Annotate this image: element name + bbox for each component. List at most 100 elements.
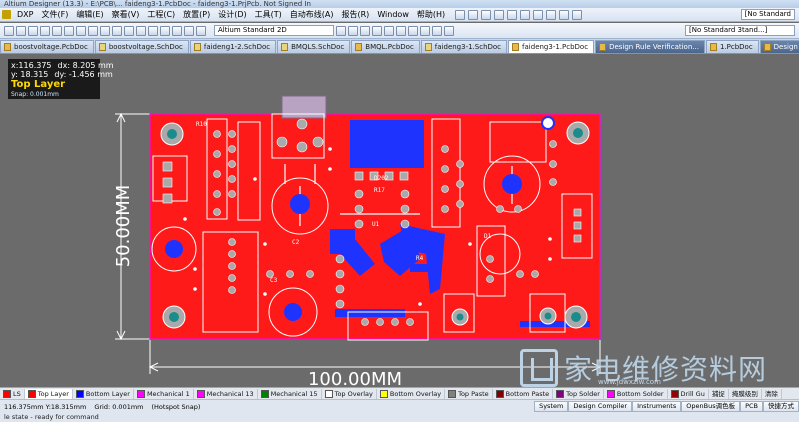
layer-tab[interactable]: Bottom Layer	[73, 388, 134, 399]
layer-tab[interactable]: Top Solder	[553, 388, 604, 399]
tab-document[interactable]: Design Rule Verifica	[759, 40, 799, 53]
polygon-icon[interactable]	[384, 25, 394, 36]
net-icon[interactable]	[372, 25, 382, 36]
tab-label: 1.PcbDoc	[719, 43, 753, 51]
layer-tab[interactable]: Drill Gu	[668, 388, 709, 399]
main-toolbar: Altium Standard 2D [No Standard 3tand...…	[0, 23, 799, 39]
move-icon[interactable]	[124, 25, 134, 36]
tab-document[interactable]: BMQL.PcbDoc	[351, 40, 420, 53]
menu-place[interactable]: 放置(P)	[179, 8, 214, 22]
text-icon[interactable]	[546, 9, 557, 20]
panel-instruments-button[interactable]: Instruments	[632, 401, 682, 412]
grid-toggle-icon[interactable]	[336, 25, 346, 36]
layer-color-swatch	[196, 389, 205, 398]
pencil-icon[interactable]	[184, 25, 194, 36]
via-icon[interactable]	[533, 9, 544, 20]
copy-icon[interactable]	[88, 25, 98, 36]
filter-icon[interactable]	[196, 25, 206, 36]
menu-file[interactable]: 文件(F)	[37, 8, 72, 22]
paste-icon[interactable]	[100, 25, 110, 36]
measure-icon[interactable]	[408, 25, 418, 36]
panel-shortcuts-button[interactable]: 快捷方式	[763, 401, 799, 412]
tab-document[interactable]: faideng1-2.SchDoc	[189, 40, 277, 53]
save-icon[interactable]	[16, 25, 26, 36]
cut-icon[interactable]	[76, 25, 86, 36]
tab-label: boostvoltage.PcbDoc	[14, 43, 88, 51]
fill-icon[interactable]	[572, 9, 583, 20]
hud-layer: Top Layer	[11, 79, 66, 90]
layer-tab[interactable]: Bottom Overlay	[377, 388, 446, 399]
deselect-icon[interactable]	[136, 25, 146, 36]
panel-openbus-button[interactable]: OpenBus调色板	[681, 401, 741, 412]
color-icon[interactable]	[507, 9, 518, 20]
layer-tab[interactable]: 掩膜级别	[729, 388, 762, 399]
line-icon[interactable]	[494, 9, 505, 20]
redo-icon[interactable]	[172, 25, 182, 36]
open-icon[interactable]	[4, 25, 14, 36]
route-icon[interactable]	[520, 9, 531, 20]
panel-pcb-button[interactable]: PCB	[740, 401, 763, 412]
pcb-workspace[interactable]: 50.00MM 100.00MM D202 R17 R4 C2 C3 R10 U…	[0, 54, 799, 387]
panel-system-button[interactable]: System	[534, 401, 569, 412]
layers-icon[interactable]	[348, 25, 358, 36]
layer-tab[interactable]: Bottom Solder	[604, 388, 668, 399]
tab-document[interactable]: faideng3-1.SchDoc	[420, 40, 508, 53]
menu-design[interactable]: 设计(D)	[214, 8, 250, 22]
layer-tab[interactable]: 清除	[762, 388, 782, 399]
layer-tab-label: Bottom Layer	[85, 389, 130, 398]
zoom-fit-icon[interactable]	[64, 25, 74, 36]
right-standard-select[interactable]: [No Standard	[740, 9, 795, 20]
layer-tab[interactable]: Top Layer	[24, 388, 73, 399]
undo-icon[interactable]	[160, 25, 170, 36]
menu-reports[interactable]: 报告(R)	[338, 8, 374, 22]
string-icon[interactable]	[444, 25, 454, 36]
layer-tab[interactable]: LS	[0, 388, 25, 399]
arc-icon[interactable]	[559, 9, 570, 20]
layer-tab[interactable]: 捕捉	[709, 388, 729, 399]
tab-document[interactable]: faideng3-1.PcbDoc	[508, 40, 595, 53]
zoom-in-icon[interactable]	[40, 25, 50, 36]
status-hotspot: (Hotspot Snap)	[151, 402, 201, 411]
panel-design-compiler-button[interactable]: Design Compiler	[568, 401, 633, 412]
menu-view[interactable]: 察看(V)	[108, 8, 144, 22]
pad-icon[interactable]	[432, 25, 442, 36]
zoom-out-icon[interactable]	[52, 25, 62, 36]
menu-dxp[interactable]: DXP	[13, 8, 37, 22]
layer-tab-label: Top Paste	[458, 389, 489, 398]
layer-tab[interactable]: Mechanical 1	[134, 388, 194, 399]
menu-help[interactable]: 帮助(H)	[413, 8, 449, 22]
pcb-canvas[interactable]: 50.00MM 100.00MM D202 R17 R4 C2 C3 R10 U…	[0, 54, 799, 387]
layer-color-swatch	[3, 389, 11, 398]
grid-icon[interactable]	[481, 9, 492, 20]
check-icon[interactable]	[360, 25, 370, 36]
layer-tab[interactable]: Mechanical 15	[258, 388, 322, 399]
layer-tab[interactable]: Top Paste	[445, 388, 493, 399]
layer-tab[interactable]: Top Overlay	[322, 388, 377, 399]
layer-color-swatch	[260, 389, 269, 398]
layer-tab[interactable]: Bottom Paste	[493, 388, 554, 399]
print-icon[interactable]	[28, 25, 38, 36]
tab-document[interactable]: Design Rule Verification...	[595, 40, 705, 53]
layer-tab[interactable]: Mechanical 13	[194, 388, 258, 399]
layer-color-swatch	[136, 389, 145, 398]
layer-tab-label: Bottom Paste	[505, 389, 550, 398]
comp-icon[interactable]	[420, 25, 430, 36]
menu-edit[interactable]: 编辑(E)	[72, 8, 107, 22]
menu-project[interactable]: 工程(C)	[143, 8, 179, 22]
coordinate-hud: x:116.375 dx: 8.205 mm y: 18.315 dy: -1.45…	[8, 59, 114, 99]
align-icon[interactable]	[468, 9, 479, 20]
menu-autoroute[interactable]: 自动布线(A)	[286, 8, 338, 22]
view-config-select[interactable]: Altium Standard 2D	[214, 25, 334, 36]
tab-document[interactable]: boostvoltage.PcbDoc	[0, 40, 94, 53]
menu-window[interactable]: Window	[373, 8, 413, 22]
tab-document[interactable]: BMQLS.SchDoc	[277, 40, 351, 53]
layer-tab-label: Top Layer	[37, 389, 69, 398]
cross-probe-icon[interactable]	[148, 25, 158, 36]
standard-select[interactable]: [No Standard 3tand...]	[685, 25, 795, 36]
menu-tools[interactable]: 工具(T)	[251, 8, 286, 22]
drc-icon[interactable]	[396, 25, 406, 36]
chart-icon[interactable]	[455, 9, 466, 20]
tab-document[interactable]: boostvoltage.SchDoc	[94, 40, 189, 53]
select-icon[interactable]	[112, 25, 122, 36]
tab-document[interactable]: 1.PcbDoc	[705, 40, 759, 53]
